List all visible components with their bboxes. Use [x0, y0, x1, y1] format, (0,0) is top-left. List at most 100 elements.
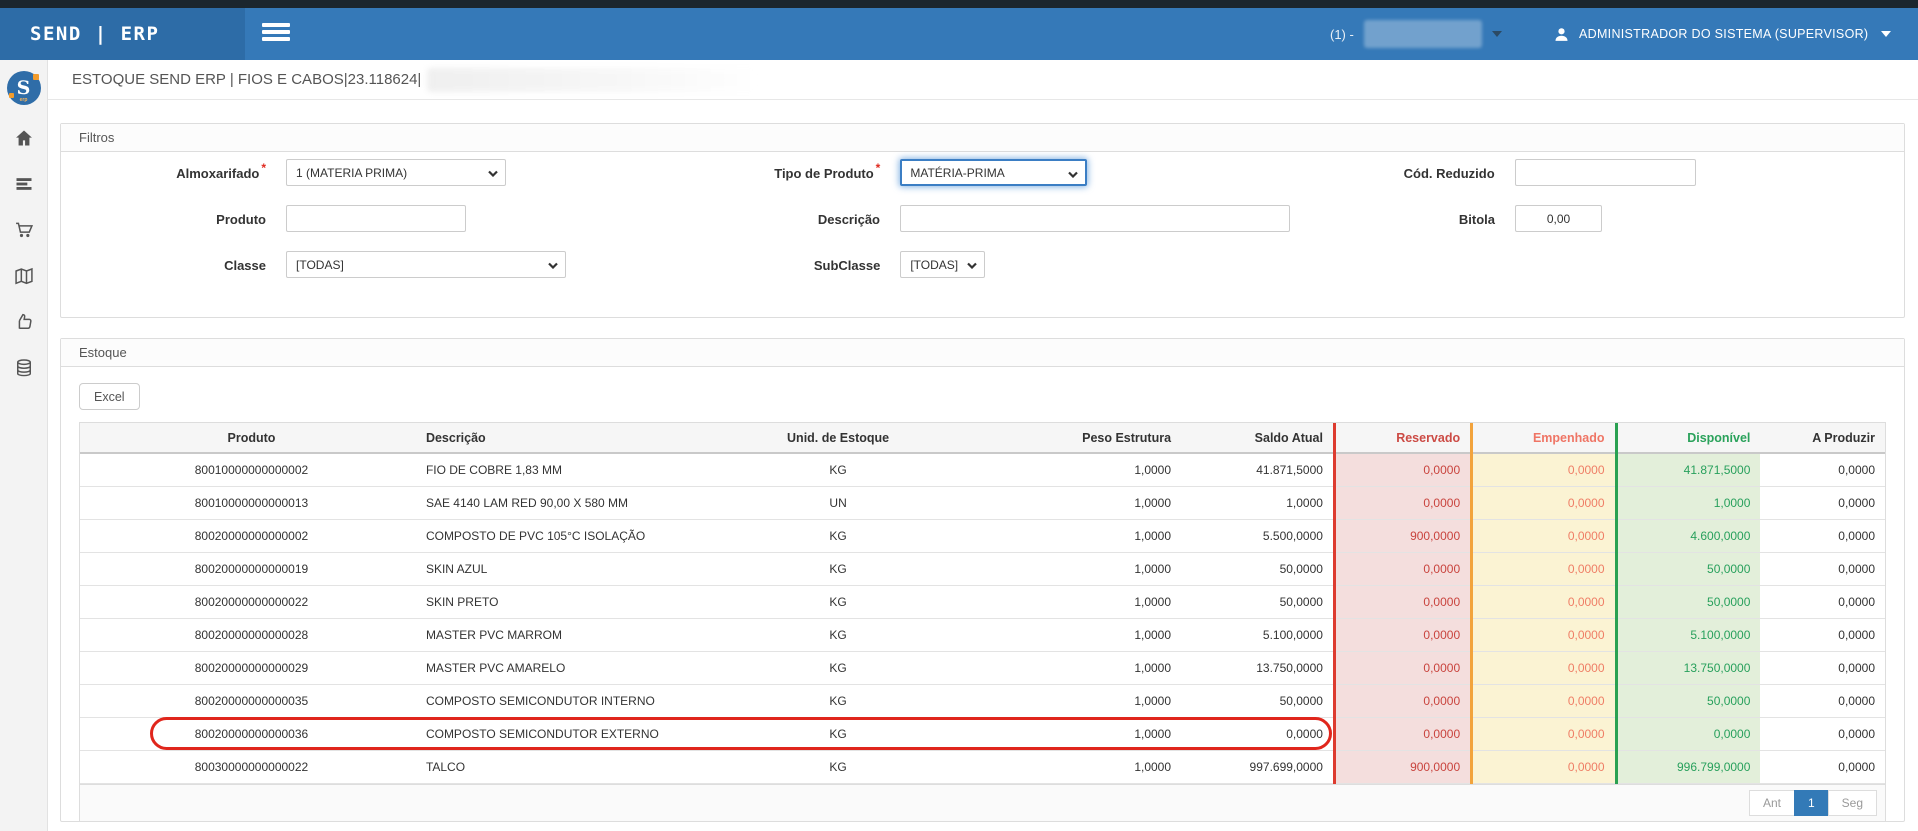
almoxarifado-select[interactable]: 1 (MATERIA PRIMA)	[286, 159, 506, 186]
cell-descricao: TALCO	[423, 750, 694, 783]
table-row[interactable]: 80020000000000019SKIN AZULKG1,000050,000…	[80, 552, 1885, 585]
cell-peso: 1,0000	[982, 618, 1181, 651]
cell-disponivel: 996.799,0000	[1616, 750, 1760, 783]
col-header-a-produzir[interactable]: A Produzir	[1760, 423, 1885, 453]
table-row[interactable]: 80020000000000022SKIN PRETOKG1,000050,00…	[80, 585, 1885, 618]
table-row[interactable]: 80010000000000002FIO DE COBRE 1,83 MMKG1…	[80, 453, 1885, 486]
table-row[interactable]: 80020000000000035COMPOSTO SEMICONDUTOR I…	[80, 684, 1885, 717]
cell-peso: 1,0000	[982, 519, 1181, 552]
stock-table: Produto Descrição Unid. de Estoque Peso …	[80, 423, 1885, 784]
tipo-produto-select[interactable]: MATÉRIA-PRIMA	[900, 159, 1087, 186]
cell-saldo: 0,0000	[1181, 717, 1334, 750]
cell-descricao: SKIN AZUL	[423, 552, 694, 585]
table-row[interactable]: 80020000000000029MASTER PVC AMARELOKG1,0…	[80, 651, 1885, 684]
col-header-reservado[interactable]: Reservado	[1334, 423, 1471, 453]
brand-text: SEND | ERP	[30, 23, 159, 45]
pagination-page-1-button[interactable]: 1	[1794, 790, 1829, 816]
table-row[interactable]: 80010000000000013SAE 4140 LAM RED 90,00 …	[80, 486, 1885, 519]
produto-input[interactable]	[286, 205, 466, 232]
pagination-next-button[interactable]: Seg	[1828, 790, 1877, 816]
excel-export-button[interactable]: Excel	[79, 383, 140, 410]
col-header-descricao[interactable]: Descrição	[423, 423, 694, 453]
logo-accent-dot	[33, 74, 39, 80]
table-row[interactable]: 80020000000000036COMPOSTO SEMICONDUTOR E…	[80, 717, 1885, 750]
cell-saldo: 50,0000	[1181, 552, 1334, 585]
cell-descricao: COMPOSTO SEMICONDUTOR EXTERNO	[423, 717, 694, 750]
col-header-produto[interactable]: Produto	[80, 423, 423, 453]
chevron-down-icon	[488, 170, 498, 177]
company-prefix: (1) -	[1330, 27, 1354, 42]
home-icon	[14, 128, 34, 148]
cell-unid: KG	[694, 717, 983, 750]
col-header-saldo-atual[interactable]: Saldo Atual	[1181, 423, 1334, 453]
sidebar-item-home[interactable]	[0, 115, 48, 161]
subclasse-select[interactable]: [TODAS]	[900, 251, 985, 278]
cell-saldo: 5.100,0000	[1181, 618, 1334, 651]
cell-a_produzir: 0,0000	[1760, 519, 1885, 552]
col-header-empenhado[interactable]: Empenhado	[1472, 423, 1616, 453]
sidebar-logo[interactable]: S erp	[7, 71, 41, 105]
bitola-input[interactable]	[1515, 205, 1602, 232]
sidebar-item-map[interactable]	[0, 253, 48, 299]
cell-peso: 1,0000	[982, 684, 1181, 717]
sidebar-item-database[interactable]	[0, 345, 48, 391]
cell-reservado: 0,0000	[1334, 552, 1471, 585]
sidebar-item-approvals[interactable]	[0, 299, 48, 345]
user-icon	[1553, 26, 1570, 43]
cell-descricao: MASTER PVC AMARELO	[423, 651, 694, 684]
col-header-disponivel[interactable]: Disponível	[1616, 423, 1760, 453]
cell-empenhado: 0,0000	[1472, 684, 1616, 717]
cell-peso: 1,0000	[982, 750, 1181, 783]
menu-toggle-button[interactable]	[262, 23, 290, 45]
cell-unid: KG	[694, 618, 983, 651]
classe-value: [TODAS]	[296, 258, 344, 272]
pagination-prev-button[interactable]: Ant	[1749, 790, 1795, 816]
cell-disponivel: 5.100,0000	[1616, 618, 1760, 651]
cell-saldo: 13.750,0000	[1181, 651, 1334, 684]
filters-panel-title: Filtros	[61, 124, 1904, 152]
cell-a_produzir: 0,0000	[1760, 684, 1885, 717]
cell-empenhado: 0,0000	[1472, 750, 1616, 783]
cell-descricao: SAE 4140 LAM RED 90,00 X 580 MM	[423, 486, 694, 519]
cell-empenhado: 0,0000	[1472, 552, 1616, 585]
classe-select[interactable]: [TODAS]	[286, 251, 566, 278]
required-asterisk: *	[876, 161, 881, 175]
cell-empenhado: 0,0000	[1472, 519, 1616, 552]
cell-produto: 80020000000000022	[80, 585, 423, 618]
cell-empenhado: 0,0000	[1472, 717, 1616, 750]
main-content: ESTOQUE SEND ERP | FIOS E CABOS|23.11862…	[48, 60, 1918, 831]
table-header-row: Produto Descrição Unid. de Estoque Peso …	[80, 423, 1885, 453]
cell-a_produzir: 0,0000	[1760, 651, 1885, 684]
cell-produto: 80030000000000022	[80, 750, 423, 783]
cell-produto: 80020000000000035	[80, 684, 423, 717]
cell-disponivel: 4.600,0000	[1616, 519, 1760, 552]
cell-produto: 80020000000000019	[80, 552, 423, 585]
cell-a_produzir: 0,0000	[1760, 750, 1885, 783]
table-row[interactable]: 80020000000000002COMPOSTO DE PVC 105°C I…	[80, 519, 1885, 552]
cell-saldo: 1,0000	[1181, 486, 1334, 519]
cell-peso: 1,0000	[982, 585, 1181, 618]
required-asterisk: *	[261, 161, 266, 175]
sidebar-item-list[interactable]	[0, 161, 48, 207]
table-row[interactable]: 80030000000000022TALCOKG1,0000997.699,00…	[80, 750, 1885, 783]
app-logo[interactable]: SEND | ERP	[0, 8, 245, 60]
almoxarifado-label: Almoxarifado	[176, 166, 259, 181]
user-menu[interactable]: ADMINISTRADOR DO SISTEMA (SUPERVISOR)	[1553, 8, 1891, 60]
table-footer: Ant 1 Seg	[80, 784, 1885, 821]
company-selector[interactable]: (1) -	[1330, 8, 1502, 60]
table-row[interactable]: 80020000000000028MASTER PVC MARROMKG1,00…	[80, 618, 1885, 651]
chevron-down-icon	[967, 262, 977, 269]
col-header-peso-estrutura[interactable]: Peso Estrutura	[982, 423, 1181, 453]
cell-a_produzir: 0,0000	[1760, 453, 1885, 486]
almoxarifado-value: 1 (MATERIA PRIMA)	[296, 166, 407, 180]
cod-reduzido-input[interactable]	[1515, 159, 1696, 186]
sidebar-item-cart[interactable]	[0, 207, 48, 253]
cell-empenhado: 0,0000	[1472, 651, 1616, 684]
redacted-title-text	[427, 68, 757, 92]
stock-panel-title: Estoque	[61, 339, 1904, 367]
cell-unid: KG	[694, 651, 983, 684]
cell-reservado: 0,0000	[1334, 684, 1471, 717]
descricao-input[interactable]	[900, 205, 1290, 232]
cell-a_produzir: 0,0000	[1760, 618, 1885, 651]
col-header-unidade[interactable]: Unid. de Estoque	[694, 423, 983, 453]
